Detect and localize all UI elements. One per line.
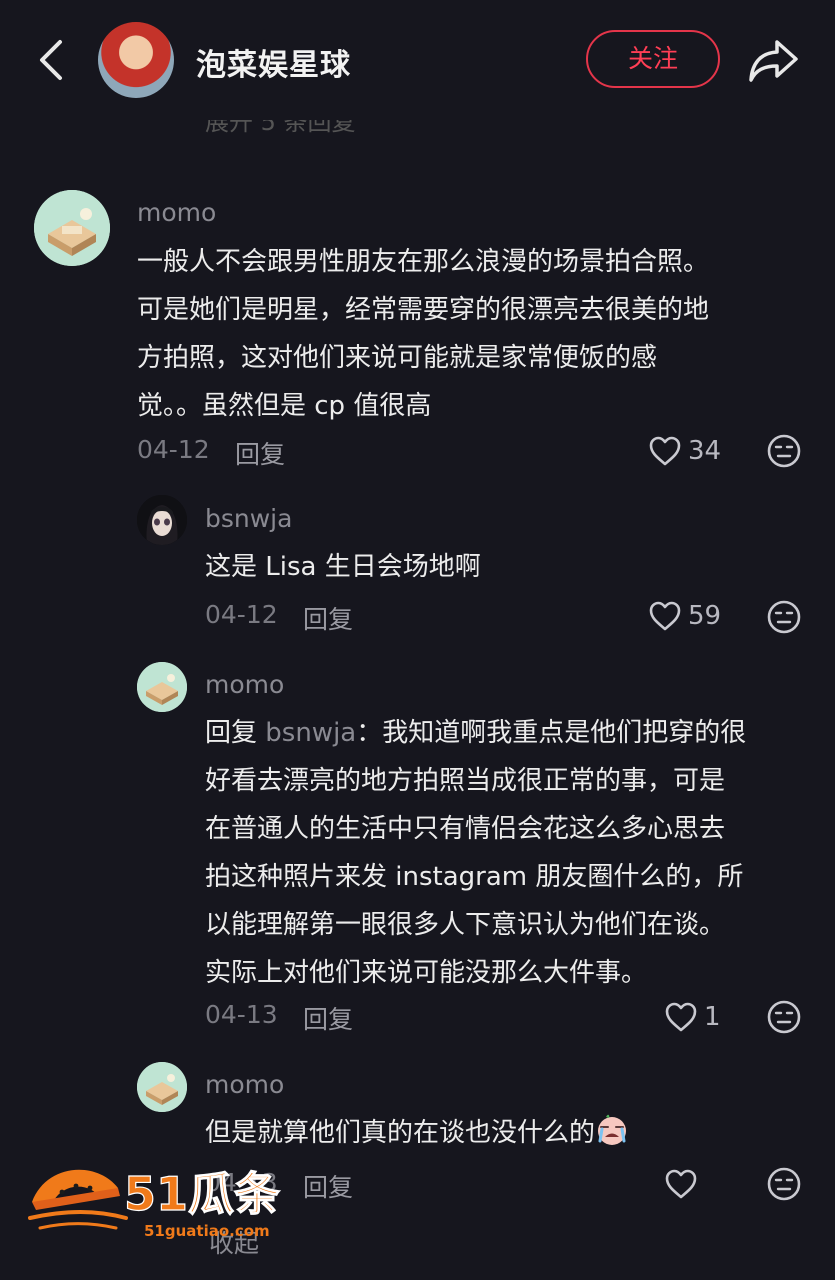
comment-line: 方拍照，这对他们来说可能就是家常便饭的感 [137, 343, 658, 373]
watermark-url: 51guatiao.com [144, 1222, 270, 1240]
avatar[interactable] [137, 495, 187, 545]
emoji-reaction-button[interactable] [766, 1166, 802, 1202]
avatar[interactable] [34, 190, 110, 266]
comment-line: 在普通人的生活中只有情侣会花这么多心思去 [205, 814, 726, 844]
heart-outline-icon [649, 436, 681, 466]
emoji-reaction-button[interactable] [766, 433, 802, 469]
emoji-reaction-button[interactable] [766, 999, 802, 1035]
comment-page: 泡菜娱星球 关注 展开 5 条回复 momo 一般人不会跟男性朋友在那么浪漫的场… [0, 0, 835, 1280]
like-count: 59 [688, 601, 722, 631]
reply-target-username[interactable]: bsnwja [265, 718, 356, 748]
avatar-image [137, 662, 187, 712]
comment-date: 04-12 [137, 435, 210, 464]
comment-line: 回复 bsnwja：我知道啊我重点是他们把穿的很 [205, 709, 746, 757]
like-button[interactable] [664, 1166, 704, 1202]
back-button[interactable] [30, 36, 74, 84]
neutral-face-icon [767, 434, 801, 468]
comment-line: 一般人不会跟男性朋友在那么浪漫的场景拍合照。 [137, 247, 710, 277]
share-arrow-icon [749, 40, 798, 82]
reply-prefix: 回复 [205, 718, 258, 748]
avatar[interactable] [137, 1062, 187, 1112]
like-button[interactable]: 34 [648, 433, 721, 469]
comment-line: 这是 Lisa 生日会场地啊 [205, 552, 481, 582]
comment-line: 可是她们是明星，经常需要穿的很漂亮去很美的地 [137, 295, 710, 325]
comment-text: 这是 Lisa 生日会场地啊 [205, 543, 481, 591]
comment-username[interactable]: momo [205, 1070, 284, 1099]
comment-date: 04-13 [205, 1000, 278, 1029]
comment-username[interactable]: momo [205, 670, 284, 699]
comment-text: 回复 bsnwja：我知道啊我重点是他们把穿的很 好看去漂亮的地方拍照当成很正常… [205, 709, 746, 997]
avatar[interactable] [137, 662, 187, 712]
like-count: 34 [688, 436, 722, 466]
neutral-face-icon [767, 600, 801, 634]
comment-username[interactable]: momo [137, 198, 216, 227]
heart-outline-icon [665, 1169, 697, 1199]
comment-line: 以能理解第一眼很多人下意识认为他们在谈。 [205, 910, 726, 940]
crying-face-emoji-icon [598, 1114, 627, 1145]
follow-button[interactable]: 关注 [586, 30, 720, 88]
neutral-face-icon [767, 1167, 801, 1201]
avatar-image [34, 190, 110, 266]
comment-line: 实际上对他们来说可能没那么大件事。 [205, 958, 648, 988]
comment-username[interactable]: bsnwja [205, 504, 292, 533]
neutral-face-icon [767, 1000, 801, 1034]
top-bar: 泡菜娱星球 关注 [0, 0, 835, 120]
comment-line: 拍这种照片来发 instagram 朋友圈什么的，所 [205, 862, 744, 892]
like-count: 1 [704, 1002, 721, 1032]
heart-outline-icon [665, 1002, 697, 1032]
reply-button[interactable]: 回复 [303, 600, 353, 636]
site-watermark: 51瓜条 51guatiao.com [26, 1158, 296, 1244]
comment-line: 好看去漂亮的地方拍照当成很正常的事，可是 [205, 766, 726, 796]
like-button[interactable]: 59 [648, 598, 721, 634]
chevron-left-icon [40, 40, 62, 80]
reply-button[interactable]: 回复 [235, 435, 285, 471]
comment-line-text: 但是就算他们真的在谈也没什么的 [205, 1118, 596, 1148]
comment-line: 觉。。虽然但是 cp 值很高 [137, 391, 432, 421]
like-button[interactable]: 1 [664, 999, 721, 1035]
comment-line: 但是就算他们真的在谈也没什么的 [205, 1109, 629, 1157]
watermark-logo: 51瓜条 51guatiao.com [28, 1166, 281, 1240]
avatar-image [137, 1062, 187, 1112]
account-avatar[interactable] [98, 22, 174, 98]
comment-text: 但是就算他们真的在谈也没什么的 [205, 1109, 629, 1157]
comment-date: 04-12 [205, 600, 278, 629]
reply-button[interactable]: 回复 [303, 1168, 353, 1204]
comment-line-text: ：我知道啊我重点是他们把穿的很 [356, 718, 747, 748]
reply-button[interactable]: 回复 [303, 1000, 353, 1036]
share-button[interactable] [746, 36, 800, 84]
heart-outline-icon [649, 601, 681, 631]
comment-text: 一般人不会跟男性朋友在那么浪漫的场景拍合照。 可是她们是明星，经常需要穿的很漂亮… [137, 238, 709, 430]
watermark-brand: 51瓜条 [124, 1167, 280, 1221]
avatar-image [137, 495, 187, 545]
account-name[interactable]: 泡菜娱星球 [196, 40, 351, 84]
emoji-reaction-button[interactable] [766, 599, 802, 635]
